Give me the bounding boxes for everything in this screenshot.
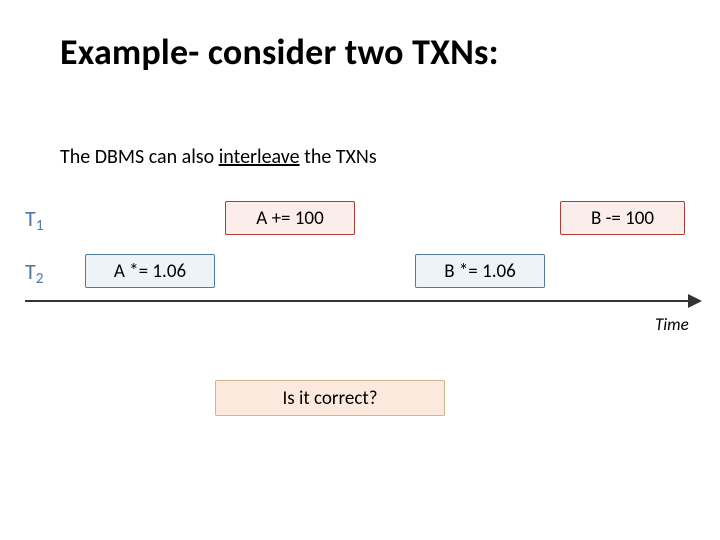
subtitle-text-pre: The DBMS can also <box>60 145 219 169</box>
op-t1-a: A += 100 <box>225 201 355 235</box>
op-t2-a: A *= 1.06 <box>85 254 215 288</box>
slide: Example- consider two TXNs: The DBMS can… <box>0 0 720 540</box>
callout-box: Is it correct? <box>215 380 445 416</box>
t1-label-sub: 1 <box>36 216 44 235</box>
row-label-t1: T1 <box>25 205 44 232</box>
op-t2-b: B *= 1.06 <box>415 254 545 288</box>
t2-label-sub: 2 <box>36 269 44 288</box>
subtitle-text-underlined: interleave <box>219 145 300 169</box>
slide-subtitle: The DBMS can also interleave the TXNs <box>60 145 377 169</box>
timeline-axis <box>25 300 690 302</box>
time-label: Time <box>655 314 689 335</box>
t2-label-main: T <box>25 258 36 285</box>
slide-title: Example- consider two TXNs: <box>60 30 499 74</box>
row-label-t2: T2 <box>25 258 44 285</box>
t1-label-main: T <box>25 205 36 232</box>
subtitle-text-post: the TXNs <box>300 145 377 169</box>
timeline-arrow-icon <box>688 294 702 308</box>
op-t1-b: B -= 100 <box>560 201 685 235</box>
